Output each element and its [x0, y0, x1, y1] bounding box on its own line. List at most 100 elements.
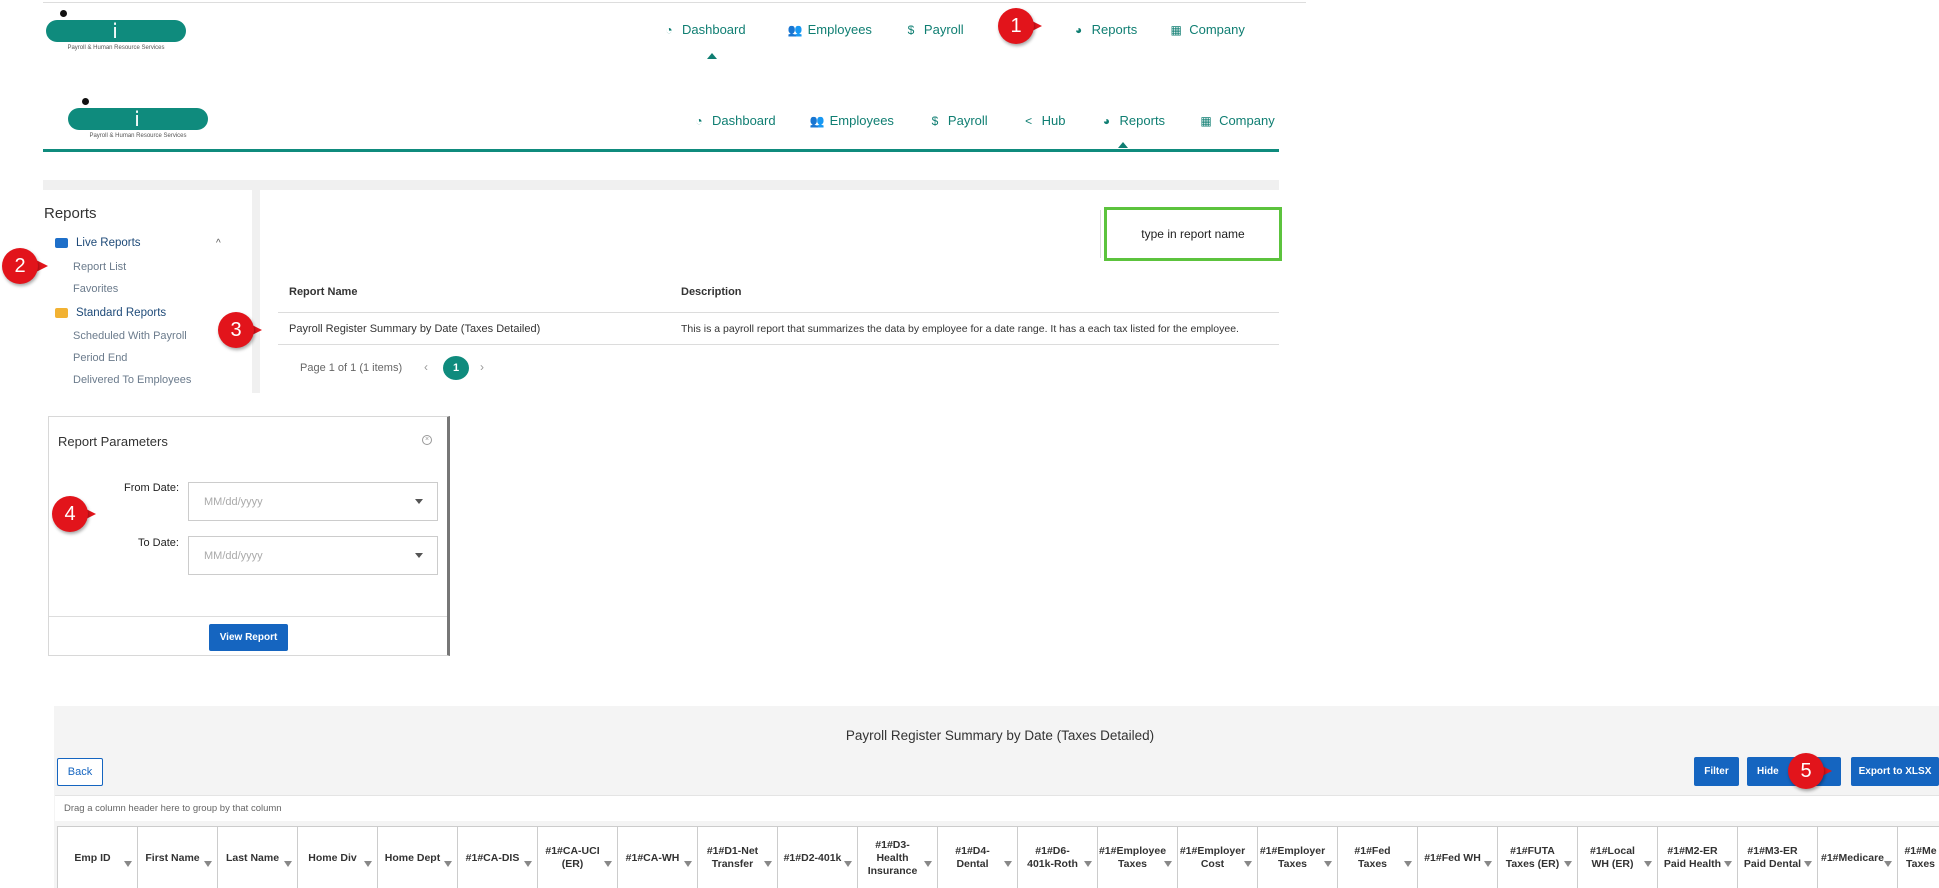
view-report-button[interactable]: View Report — [209, 624, 288, 651]
nav-payroll[interactable]: $ Payroll — [904, 22, 964, 37]
grid-column-header[interactable]: #1#Me Taxes — [1898, 827, 1939, 888]
grid-column-header[interactable]: #1#D3-Health Insurance — [858, 827, 938, 888]
grid-column-header[interactable]: #1#D6-401k-Roth — [1018, 827, 1098, 888]
filter-icon — [764, 861, 772, 867]
grid-column-header[interactable]: Home Dept — [378, 827, 458, 888]
grid-column-header[interactable]: #1#D4-Dental — [938, 827, 1018, 888]
grid-column-header[interactable]: #1#Fed WH — [1418, 827, 1498, 888]
grid-column-header[interactable]: Home Div — [298, 827, 378, 888]
column-description[interactable]: Description — [681, 286, 742, 298]
prev-page-icon[interactable]: ‹ — [424, 360, 428, 374]
report-row-name[interactable]: Payroll Register Summary by Date (Taxes … — [289, 323, 540, 335]
nav-payroll[interactable]: $ Payroll — [928, 113, 988, 128]
params-title: Report Parameters — [58, 434, 168, 449]
nav-reports[interactable]: ◕ Reports — [1100, 113, 1165, 128]
filter-icon — [1164, 861, 1172, 867]
nav-company[interactable]: ▦ Company — [1169, 22, 1245, 37]
header-underline — [43, 149, 1279, 152]
grid-column-header[interactable]: First Name — [138, 827, 218, 888]
filter-icon — [364, 861, 372, 867]
grid-column-header[interactable]: #1#CA-WH — [618, 827, 698, 888]
filter-icon — [1004, 861, 1012, 867]
close-icon[interactable]: × — [422, 435, 432, 445]
group-by-hint: Drag a column header here to group by th… — [55, 795, 1939, 821]
report-search-input[interactable]: type in report name — [1104, 207, 1282, 261]
dropdown-arrow-icon[interactable] — [415, 553, 423, 558]
top-nav: ◔Dashboard 👥Employees $Payroll < ◕Report… — [662, 22, 1277, 37]
grid-column-header[interactable]: Emp ID — [58, 827, 138, 888]
grid-column-header[interactable]: #1#D2-401k — [778, 827, 858, 888]
sidebar-item-report-list[interactable]: Report List — [73, 261, 126, 273]
dropdown-arrow-icon[interactable] — [415, 499, 423, 504]
nav-reports[interactable]: ◕ Reports — [1072, 22, 1137, 37]
grid-column-header[interactable]: Last Name — [218, 827, 298, 888]
sidebar-item-favorites[interactable]: Favorites — [73, 283, 118, 295]
grid-column-header[interactable]: #1#CA-UCI (ER) — [538, 827, 618, 888]
grid-column-header[interactable]: #1#Employer Taxes — [1258, 827, 1338, 888]
nav-hub[interactable]: < Hub — [1022, 113, 1065, 128]
logo-top: i comp Payroll & Human Resource Services — [46, 10, 186, 67]
nav-company[interactable]: ▦ Company — [1199, 113, 1274, 128]
search-divider — [1100, 210, 1101, 258]
dollar-icon: $ — [931, 113, 939, 128]
nav-dashboard[interactable]: ◔ Dashboard — [692, 113, 775, 128]
logo-main: i comp Payroll & Human Resource Services — [68, 98, 208, 155]
filter-icon — [204, 861, 212, 867]
top-border — [43, 2, 1306, 3]
to-date-input[interactable]: MM/dd/yyyy — [188, 536, 438, 575]
active-nav-caret — [1118, 142, 1128, 148]
grid-column-header[interactable]: #1#Employer Cost — [1178, 827, 1258, 888]
params-footer-divider — [49, 616, 447, 617]
sidebar-divider — [252, 190, 260, 393]
viewer-title: Payroll Register Summary by Date (Taxes … — [845, 728, 1155, 743]
filter-icon — [1484, 861, 1492, 867]
step-marker-1: 1 — [998, 8, 1042, 44]
from-date-label: From Date: — [124, 482, 180, 494]
active-nav-caret — [707, 53, 717, 59]
grid-column-header[interactable]: #1#Fed Taxes — [1338, 827, 1418, 888]
pie-chart-icon: ◕ — [1075, 22, 1083, 37]
back-button[interactable]: Back — [57, 758, 103, 786]
filter-icon — [1404, 861, 1412, 867]
report-parameters-panel: Report Parameters × From Date: MM/dd/yyy… — [48, 416, 450, 656]
sidebar-item-live-reports[interactable]: Live Reports — [55, 237, 141, 249]
step-marker-4: 4 — [52, 496, 96, 532]
filter-icon — [604, 861, 612, 867]
grid-column-header[interactable]: #1#D1-Net Transfer — [698, 827, 778, 888]
nav-dashboard[interactable]: ◔ Dashboard — [662, 22, 745, 37]
filter-icon — [1324, 861, 1332, 867]
filter-icon — [1244, 861, 1252, 867]
filter-icon — [444, 861, 452, 867]
users-icon: 👥 — [787, 22, 803, 37]
sidebar-item-scheduled-with-payroll[interactable]: Scheduled With Payroll — [73, 330, 187, 342]
to-date-label: To Date: — [138, 537, 179, 549]
filter-button[interactable]: Filter — [1694, 757, 1739, 786]
grid-column-header[interactable]: #1#Medicare — [1818, 827, 1898, 888]
page-1-button[interactable]: 1 — [443, 356, 469, 380]
grid-column-header[interactable]: #1#FUTA Taxes (ER) — [1498, 827, 1578, 888]
grid-column-header[interactable]: #1#CA-DIS — [458, 827, 538, 888]
nav-employees[interactable]: 👥 Employees — [788, 22, 872, 37]
collapse-chevron-icon[interactable]: ^ — [216, 238, 221, 249]
pie-chart-icon: ◕ — [1102, 113, 1111, 128]
sidebar-item-period-end[interactable]: Period End — [73, 352, 127, 364]
next-page-icon[interactable]: › — [480, 360, 484, 374]
sidebar-item-delivered-to-employees[interactable]: Delivered To Employees — [73, 374, 191, 386]
standard-folder-icon — [55, 308, 68, 318]
sidebar-item-standard-reports[interactable]: Standard Reports — [55, 307, 166, 319]
grid-column-header[interactable]: #1#Employee Taxes — [1098, 827, 1178, 888]
grid-column-header[interactable]: #1#Local WH (ER) — [1578, 827, 1658, 888]
grid-column-header[interactable]: #1#M3-ER Paid Dental — [1738, 827, 1818, 888]
export-xlsx-button[interactable]: Export to XLSX — [1851, 757, 1939, 786]
grid-column-header[interactable]: #1#M2-ER Paid Health — [1658, 827, 1738, 888]
from-date-input[interactable]: MM/dd/yyyy — [188, 482, 438, 521]
building-icon: ▦ — [1200, 113, 1212, 128]
filter-icon — [1884, 861, 1892, 867]
column-report-name[interactable]: Report Name — [289, 286, 357, 298]
dashboard-icon: ◔ — [665, 22, 673, 37]
report-row-description: This is a payroll report that summarizes… — [681, 323, 1239, 335]
nav-employees[interactable]: 👥 Employees — [810, 113, 894, 128]
dashboard-icon: ◔ — [695, 113, 703, 128]
filter-icon — [1644, 861, 1652, 867]
filter-icon — [124, 861, 132, 867]
